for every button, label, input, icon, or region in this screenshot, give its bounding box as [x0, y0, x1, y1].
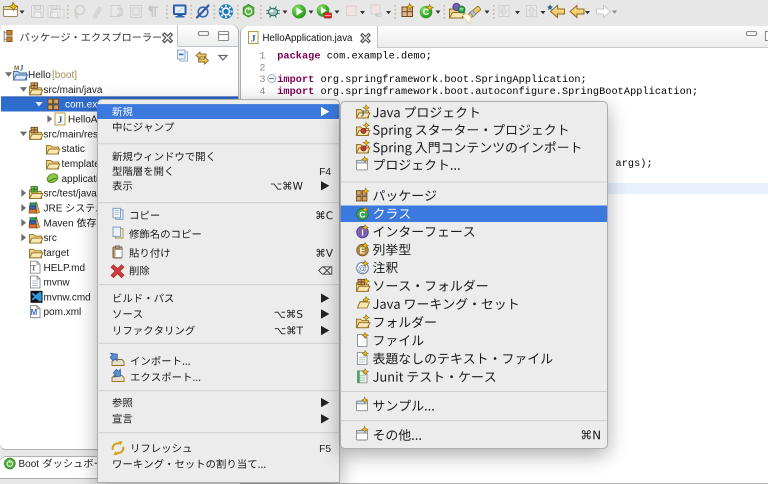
svg-text:J: J [361, 109, 365, 118]
svg-text:I: I [361, 227, 363, 237]
